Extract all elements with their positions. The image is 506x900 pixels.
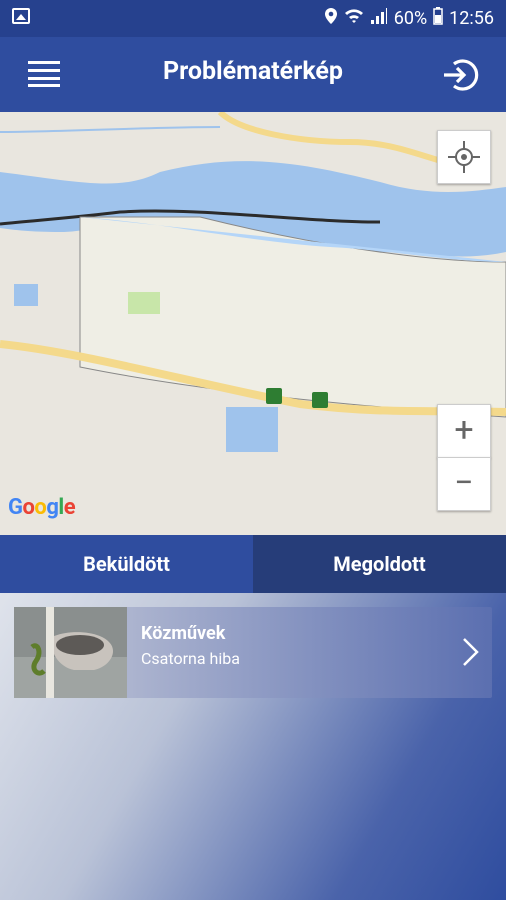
crosshair-icon bbox=[448, 141, 480, 173]
list-item[interactable]: Közművek Csatorna hiba bbox=[14, 607, 492, 698]
google-attribution: Google bbox=[8, 495, 76, 520]
zoom-in-button[interactable]: + bbox=[437, 404, 491, 458]
tab-bar: Beküldött Megoldott bbox=[0, 535, 506, 593]
problem-photo bbox=[14, 607, 127, 698]
item-subtitle: Csatorna hiba bbox=[141, 649, 240, 668]
app-bar: Problématérkép bbox=[0, 37, 506, 112]
map-canvas bbox=[0, 112, 506, 535]
my-location-button[interactable] bbox=[437, 130, 491, 184]
map-view[interactable]: + − Google bbox=[0, 112, 506, 535]
location-icon bbox=[324, 7, 338, 30]
wifi-icon bbox=[344, 7, 364, 30]
status-icons: 60% 12:56 bbox=[324, 7, 494, 30]
clock: 12:56 bbox=[449, 8, 494, 29]
tab-submitted[interactable]: Beküldött bbox=[0, 535, 253, 593]
zoom-out-button[interactable]: − bbox=[437, 457, 491, 511]
battery-percent: 60% bbox=[393, 8, 428, 29]
battery-icon bbox=[433, 7, 443, 30]
tab-resolved[interactable]: Megoldott bbox=[253, 535, 506, 593]
problem-list: Közművek Csatorna hiba bbox=[0, 593, 506, 900]
page-title: Problématérkép bbox=[162, 57, 343, 86]
image-notification-icon bbox=[12, 8, 30, 24]
login-icon[interactable] bbox=[440, 55, 480, 95]
chevron-right-icon bbox=[462, 637, 480, 667]
item-title: Közművek bbox=[141, 623, 226, 644]
signal-icon bbox=[370, 7, 388, 30]
status-bar: 60% 12:56 bbox=[0, 0, 506, 37]
